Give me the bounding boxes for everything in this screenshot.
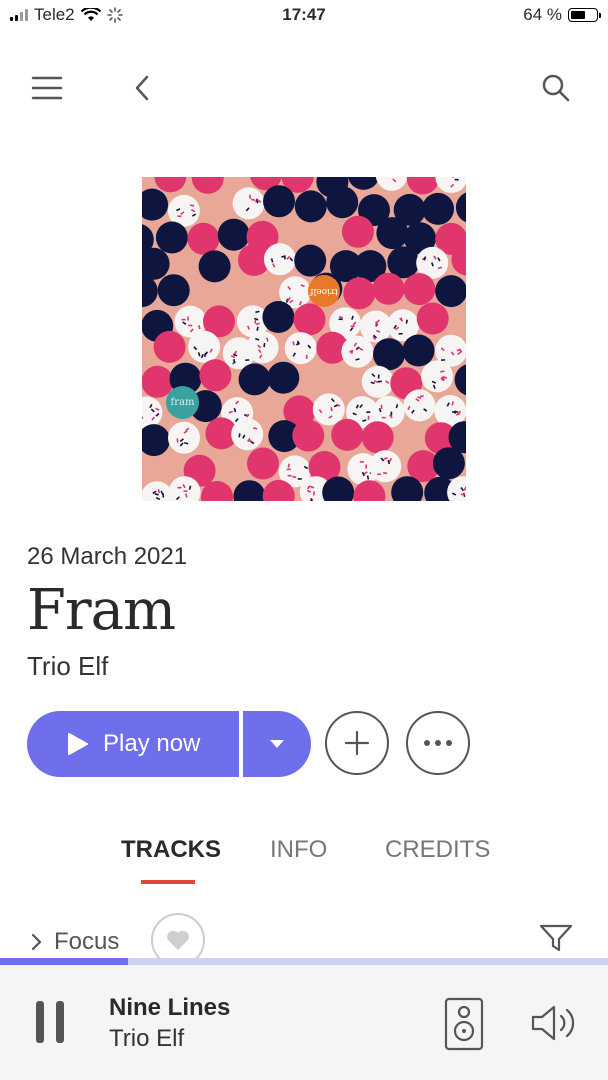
battery-icon: [568, 8, 601, 22]
album-tabs: TRACKS INFO CREDITS: [0, 832, 608, 892]
battery-percentage: 64 %: [523, 5, 562, 24]
album-artist[interactable]: Trio Elf: [27, 651, 108, 682]
filter-row: Focus: [0, 912, 608, 967]
cover-label-orange: trioelf: [308, 275, 340, 307]
focus-label: Focus: [54, 928, 120, 955]
focus-toggle[interactable]: Focus: [30, 928, 119, 956]
now-playing-artist: Trio Elf: [109, 1025, 185, 1052]
tab-credits[interactable]: CREDITS: [385, 836, 490, 864]
status-right: 64 %: [523, 5, 601, 25]
playback-progress-fill: [0, 958, 128, 965]
album-title: Fram: [27, 578, 176, 643]
play-options-dropdown[interactable]: [243, 711, 311, 777]
pause-icon[interactable]: [36, 1001, 64, 1043]
filter-icon[interactable]: [539, 924, 573, 957]
play-button-group: Play now: [27, 711, 311, 777]
chevron-left-icon[interactable]: [120, 66, 164, 110]
status-bar: Tele2 17:47 64 %: [0, 0, 608, 32]
album-cover-art: [142, 177, 466, 501]
active-tab-indicator: [141, 880, 195, 884]
tab-info[interactable]: INFO: [270, 836, 327, 864]
top-navigation: [0, 60, 608, 116]
more-options-button[interactable]: [406, 711, 470, 775]
tab-tracks[interactable]: TRACKS: [121, 836, 221, 864]
cover-label-teal: fram: [166, 386, 199, 419]
mini-player[interactable]: Nine Lines Trio Elf: [0, 965, 608, 1080]
heart-icon: [167, 930, 189, 950]
play-icon: [68, 733, 88, 755]
now-playing-title: Nine Lines: [109, 994, 231, 1021]
caret-down-icon: [270, 740, 284, 748]
volume-icon[interactable]: [530, 1003, 582, 1048]
more-dots-icon: [424, 740, 452, 746]
play-now-label: Play now: [103, 730, 201, 757]
release-date: 26 March 2021: [27, 543, 188, 570]
search-icon[interactable]: [534, 66, 578, 110]
battery-level: [571, 11, 586, 19]
playback-progress-bar[interactable]: [0, 958, 608, 965]
play-now-button[interactable]: Play now: [27, 711, 239, 777]
status-time: 17:47: [282, 5, 326, 24]
album-cover[interactable]: trioelf fram: [142, 177, 466, 501]
add-button[interactable]: [325, 711, 389, 775]
hamburger-menu-icon[interactable]: [25, 66, 69, 110]
chevron-right-icon: [31, 933, 42, 951]
speaker-device-icon[interactable]: [444, 997, 484, 1056]
plus-icon: [344, 730, 370, 756]
